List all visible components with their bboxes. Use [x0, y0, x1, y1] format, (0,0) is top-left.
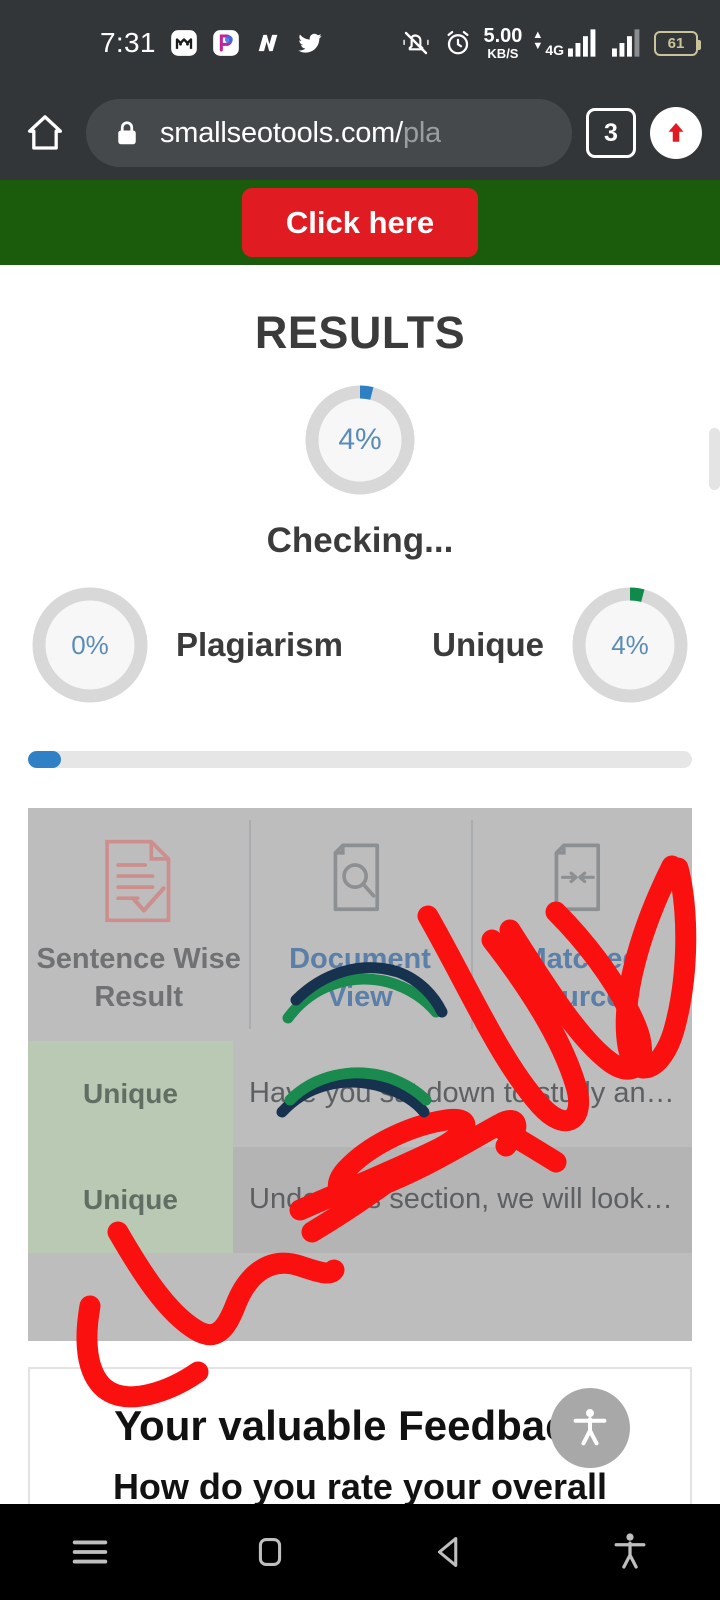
twitter-icon	[298, 33, 322, 53]
results-panel: Sentence Wise Result Document View Match…	[28, 808, 692, 1341]
accessibility-person-icon	[573, 1409, 607, 1446]
tab-sentence-wise-result-label: Sentence Wise Result	[36, 943, 241, 1014]
lock-icon	[118, 121, 136, 145]
battery-level: 61	[667, 34, 685, 52]
nav-back-button[interactable]	[360, 1529, 540, 1575]
table-row[interactable]: Unique Under this section, we will look…	[28, 1146, 692, 1253]
scan-progress-fill	[28, 751, 62, 768]
network-speed-value: 5.00	[483, 25, 523, 47]
results-tabs: Sentence Wise Result Document View Match…	[28, 808, 692, 1041]
status-bar: 7:31 5.00 KB/S ▲ ▼ 4G 61	[0, 0, 720, 86]
plagiarism-value: 0%	[71, 629, 109, 660]
tab-matched-sources[interactable]: Matched Sources	[470, 808, 692, 1041]
menu-icon	[72, 1540, 108, 1564]
url-text: smallseotools.com/pla	[160, 117, 441, 150]
bell-muted-icon	[403, 31, 430, 55]
overall-progress-gauge: 4%	[301, 381, 419, 499]
update-button[interactable]	[650, 107, 702, 159]
checking-status-text: Checking...	[266, 521, 454, 560]
unique-cell: Unique 4%	[432, 583, 692, 707]
accessibility-person-icon	[614, 1533, 646, 1569]
url-bar[interactable]: smallseotools.com/pla	[86, 99, 572, 167]
page-title: RESULTS	[254, 307, 466, 358]
monzo-icon	[170, 30, 197, 56]
click-here-button[interactable]: Click here	[241, 188, 479, 257]
tab-document-view-label: Document View	[289, 943, 431, 1014]
page-scrollbar-thumb[interactable]	[709, 428, 720, 490]
document-search-icon	[255, 836, 464, 926]
tab-document-view[interactable]: Document View	[249, 808, 470, 1041]
tab-sentence-wise-result[interactable]: Sentence Wise Result	[28, 808, 249, 1041]
document-check-icon	[34, 836, 243, 926]
row-text: Under this section, we will look…	[249, 1183, 673, 1216]
accessibility-fab-button[interactable]	[550, 1388, 630, 1468]
results-rows: Unique Have you sat down to study an… Un…	[28, 1040, 692, 1253]
n-app-icon	[258, 34, 278, 52]
home-square-icon	[258, 1538, 282, 1566]
browser-toolbar: smallseotools.com/pla 3	[0, 86, 720, 180]
feedback-subtitle: How do you rate your overall	[112, 1465, 608, 1507]
status-time: 7:31	[100, 27, 156, 58]
upload-arrow-icon	[668, 123, 684, 142]
unique-value: 4%	[611, 629, 649, 660]
network-speed: 5.00 KB/S	[483, 26, 522, 60]
ad-banner: Click here	[0, 180, 720, 265]
picsart-icon	[212, 30, 239, 56]
network-type: 4G	[545, 42, 564, 58]
network-speed-unit: KB/S	[487, 46, 519, 61]
plagiarism-cell: 0% Plagiarism	[28, 583, 343, 707]
tab-count-label: 3	[604, 118, 618, 147]
system-navigation-bar	[0, 1504, 720, 1600]
panel-spacer	[28, 1253, 692, 1341]
main-gauge-container: 4%	[0, 381, 720, 499]
home-button[interactable]	[18, 106, 72, 160]
tab-counter-button[interactable]: 3	[586, 108, 636, 158]
back-triangle-icon	[437, 1537, 458, 1567]
signal-bars-secondary-icon	[612, 29, 640, 57]
overall-progress-value: 4%	[338, 423, 382, 456]
status-badge: Unique	[28, 1040, 233, 1147]
nav-home-button[interactable]	[180, 1529, 360, 1575]
table-row[interactable]: Unique Have you sat down to study an…	[28, 1040, 692, 1147]
scan-progress-bar	[28, 751, 692, 768]
nav-accessibility-button[interactable]	[540, 1529, 720, 1575]
status-badge: Unique	[28, 1146, 233, 1253]
tab-matched-sources-label: Matched Sources	[522, 943, 641, 1014]
home-icon	[27, 115, 63, 150]
url-path: pla	[403, 116, 442, 149]
document-arrows-icon	[477, 836, 686, 926]
unique-gauge: 4%	[568, 583, 692, 707]
score-row: 0% Plagiarism Unique 4%	[0, 583, 720, 707]
plagiarism-gauge: 0%	[28, 583, 152, 707]
status-bar-right: 5.00 KB/S ▲ ▼ 4G 61	[399, 26, 701, 60]
status-bar-left: 7:31	[100, 27, 324, 59]
unique-label: Unique	[432, 626, 544, 663]
nav-menu-button[interactable]	[0, 1529, 180, 1575]
battery-indicator: 61	[654, 30, 701, 56]
row-text: Have you sat down to study an…	[249, 1077, 675, 1110]
page-content: RESULTS 4% Checking... 0% Plagiarism Uni…	[0, 265, 720, 1509]
url-domain: smallseotools.com/	[160, 116, 403, 149]
signal-bars-icon	[568, 29, 596, 57]
alarm-clock-icon	[447, 31, 469, 55]
plagiarism-label: Plagiarism	[176, 626, 343, 663]
